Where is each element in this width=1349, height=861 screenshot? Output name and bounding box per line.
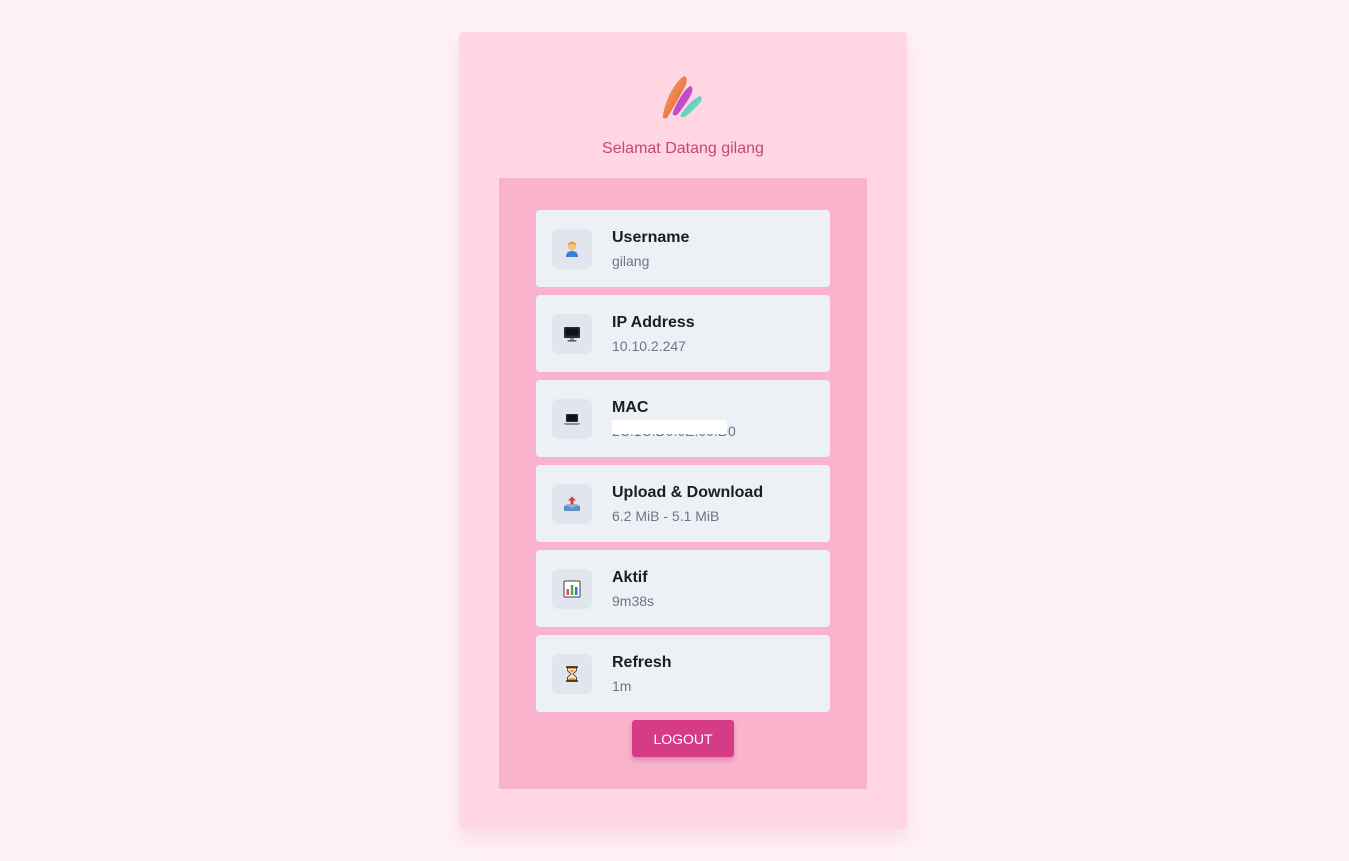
info-item-username: Username gilang (536, 210, 830, 287)
refresh-label: Refresh (612, 654, 672, 671)
info-item-upload-download: Upload & Download 6.2 MiB - 5.1 MiB (536, 465, 830, 542)
desktop-computer-icon (552, 314, 592, 354)
ip-address-label: IP Address (612, 314, 695, 331)
info-panel: Username gilang IP Address 10.10.2.247 M… (499, 178, 867, 789)
welcome-message: Selamat Datang gilang (602, 140, 764, 157)
status-card: Selamat Datang gilang Username gilang IP… (459, 32, 907, 829)
info-item-ip-address: IP Address 10.10.2.247 (536, 295, 830, 372)
info-item-mac: MAC 2C:1C:D0:0E:00:D0 (536, 380, 830, 457)
bar-chart-icon (552, 569, 592, 609)
info-item-aktif: Aktif 9m38s (536, 550, 830, 627)
refresh-value: 1m (612, 678, 632, 694)
upload-download-value: 6.2 MiB - 5.1 MiB (612, 508, 720, 524)
upload-download-label: Upload & Download (612, 484, 764, 501)
mac-label: MAC (612, 399, 649, 416)
redaction-overlay (612, 420, 727, 434)
person-icon (552, 229, 592, 269)
hourglass-icon (552, 654, 592, 694)
username-value: gilang (612, 253, 650, 269)
username-label: Username (612, 229, 690, 246)
info-item-refresh: Refresh 1m (536, 635, 830, 712)
laptop-icon (552, 399, 592, 439)
aktif-value: 9m38s (612, 593, 655, 609)
logout-button[interactable]: LOGOUT (632, 720, 734, 757)
aktif-label: Aktif (612, 569, 648, 586)
outbox-tray-icon (552, 484, 592, 524)
ip-address-value: 10.10.2.247 (612, 338, 686, 354)
brush-stroke-logo-icon (657, 72, 709, 124)
